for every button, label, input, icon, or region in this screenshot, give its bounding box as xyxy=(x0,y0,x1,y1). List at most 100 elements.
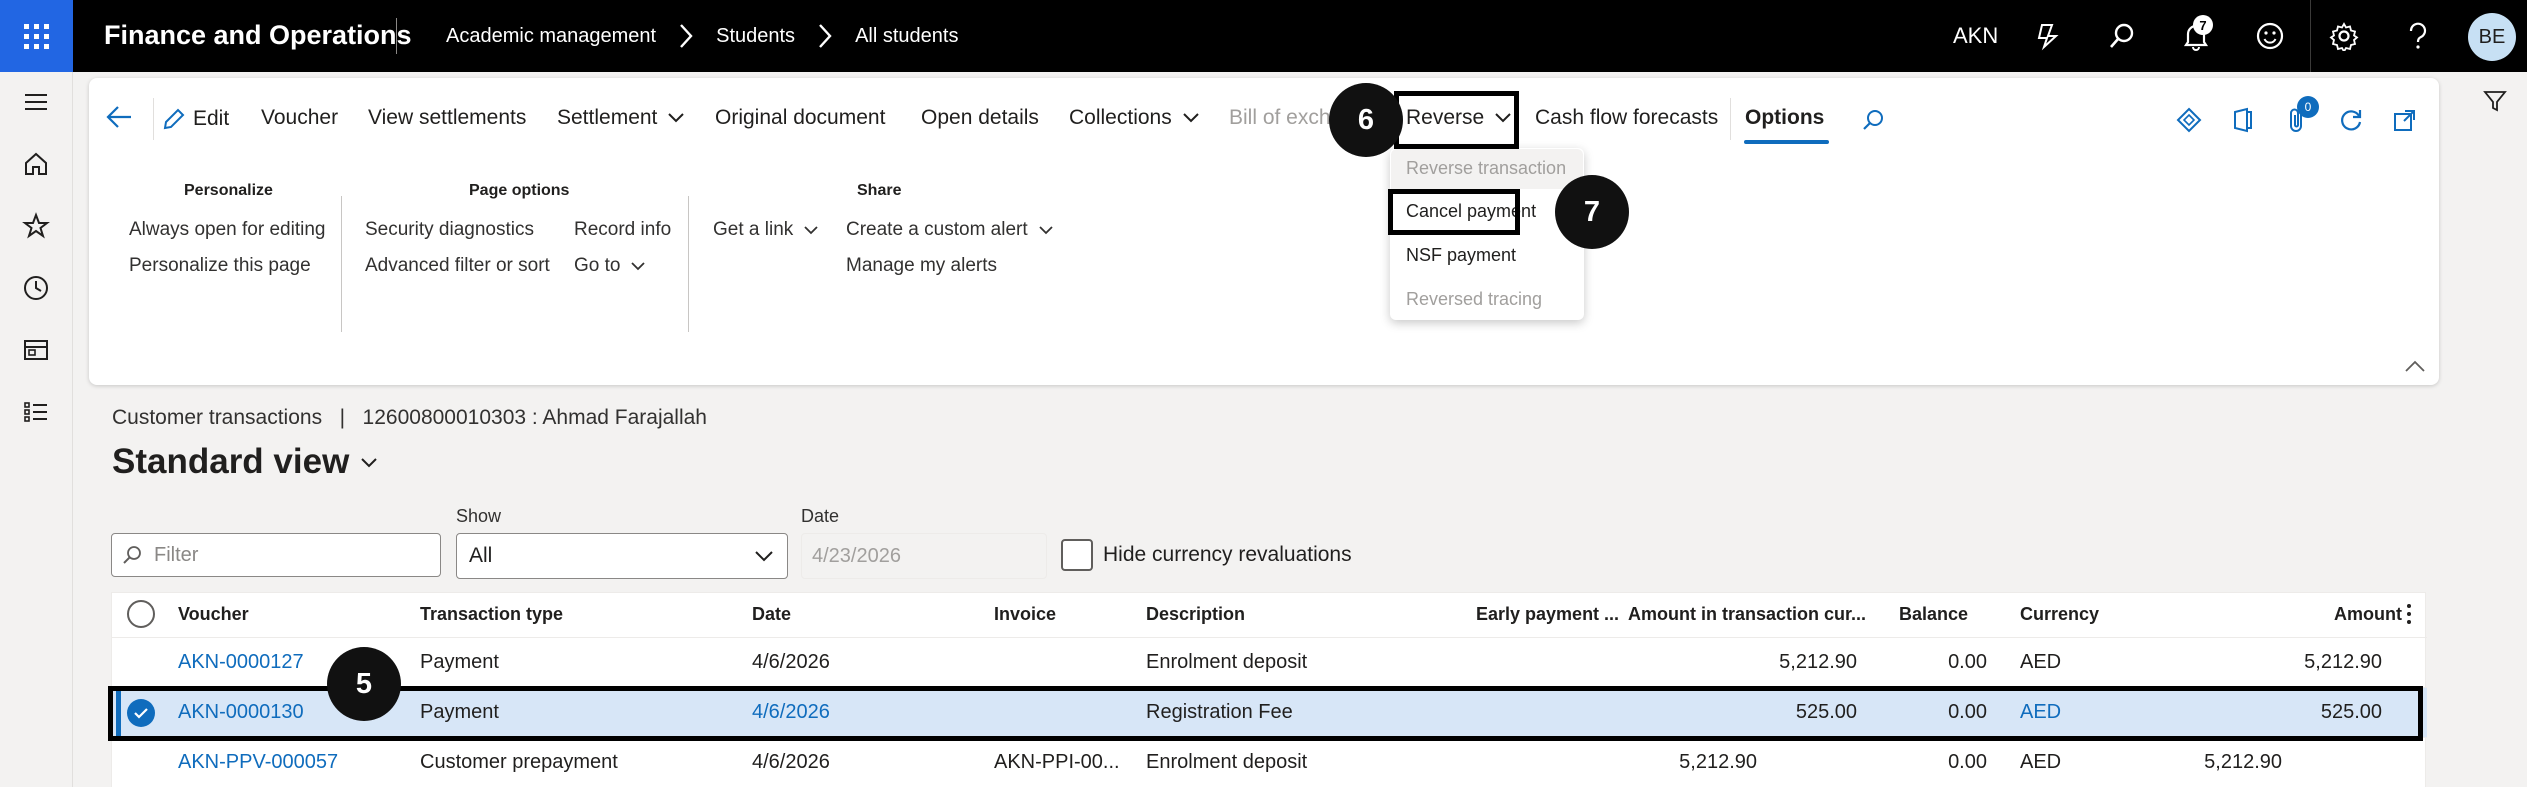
modules-list-icon[interactable] xyxy=(18,394,54,430)
transaction-type-cell: Payment xyxy=(420,651,499,673)
balance-cell: 0.00 xyxy=(1948,751,1987,773)
workspaces-icon[interactable] xyxy=(18,332,54,368)
filter-funnel-icon[interactable] xyxy=(2480,86,2510,116)
breadcrumb-item-academic-management[interactable]: Academic management xyxy=(446,25,656,48)
nsf-payment-menu-item[interactable]: NSF payment xyxy=(1406,245,1516,266)
settings-gear-icon[interactable] xyxy=(2326,18,2362,54)
always-open-for-editing-button[interactable]: Always open for editing xyxy=(129,219,325,241)
open-in-new-window-icon[interactable] xyxy=(2389,104,2421,136)
breadcrumb-item-students[interactable]: Students xyxy=(716,25,795,48)
chevron-down-icon xyxy=(803,225,819,236)
column-header-date[interactable]: Date xyxy=(752,604,791,625)
help-icon[interactable] xyxy=(2400,18,2436,54)
record-info-button[interactable]: Record info xyxy=(574,219,671,241)
table-row[interactable]: AKN-0000127 Payment 4/6/2026 Enrolment d… xyxy=(112,637,2427,687)
notifications-button[interactable]: 7 xyxy=(2178,15,2214,54)
app-name[interactable]: Finance and Operations xyxy=(104,20,412,51)
go-to-menu-button[interactable]: Go to xyxy=(574,255,646,277)
voucher-link[interactable]: AKN-0000127 xyxy=(178,651,304,674)
table-row[interactable]: AKN-PPV-000057 Customer prepayment 4/6/2… xyxy=(112,737,2427,787)
chevron-down-icon xyxy=(1038,225,1054,236)
get-a-link-menu-button[interactable]: Get a link xyxy=(713,219,819,241)
waffle-icon xyxy=(24,23,49,49)
column-header-amount-in-transaction-currency[interactable]: Amount in transaction cur... xyxy=(1628,604,1866,625)
currency-cell: AED xyxy=(2020,651,2062,673)
column-header-balance[interactable]: Balance xyxy=(1899,604,1968,625)
company-picker[interactable]: AKN xyxy=(1953,23,1998,49)
original-document-button[interactable]: Original document xyxy=(715,106,885,130)
date-field[interactable]: 4/23/2026 xyxy=(801,533,1047,579)
show-label: Show xyxy=(456,506,502,526)
hide-currency-revaluations-checkbox[interactable]: Hide currency revaluations xyxy=(1061,539,1352,571)
user-avatar[interactable]: BE xyxy=(2468,13,2516,61)
refresh-icon[interactable] xyxy=(2335,104,2367,136)
amount-transaction-currency-cell: 5,212.90 xyxy=(1679,751,1757,773)
breadcrumb: Academic management Students All student… xyxy=(446,23,958,49)
chevron-down-icon xyxy=(1182,112,1200,124)
home-icon[interactable] xyxy=(18,146,54,182)
edit-button[interactable]: Edit xyxy=(161,106,229,132)
recent-clock-icon[interactable] xyxy=(18,270,54,306)
column-header-amount[interactable]: Amount xyxy=(2334,604,2402,625)
back-button[interactable] xyxy=(105,104,133,130)
group-divider xyxy=(341,196,342,332)
attachments-button[interactable]: 0 xyxy=(2281,96,2319,136)
personalize-this-page-button[interactable]: Personalize this page xyxy=(129,255,311,277)
settlement-menu-button[interactable]: Settlement xyxy=(557,106,685,130)
column-header-currency[interactable]: Currency xyxy=(2020,604,2099,625)
chevron-down-icon xyxy=(630,261,646,272)
collections-menu-button[interactable]: Collections xyxy=(1069,106,1200,130)
office-icon[interactable] xyxy=(2227,104,2259,136)
feedback-smiley-icon[interactable] xyxy=(2252,18,2288,54)
transaction-type-cell: Customer prepayment xyxy=(420,751,618,773)
select-all-radio[interactable] xyxy=(127,600,155,628)
view-title: Standard view xyxy=(112,442,350,481)
bill-of-exchange-menu-button[interactable]: Bill of exch xyxy=(1229,106,1331,130)
cash-flow-forecasts-button[interactable]: Cash flow forecasts xyxy=(1535,106,1718,130)
filter-field[interactable] xyxy=(111,533,441,577)
checkbox-box[interactable] xyxy=(1061,539,1093,571)
amount-cell: 5,212.90 xyxy=(2304,651,2382,673)
search-icon xyxy=(123,546,141,564)
search-icon[interactable] xyxy=(1857,104,1889,136)
app-launcher-button[interactable] xyxy=(0,0,73,72)
column-options-more-icon[interactable] xyxy=(2405,602,2413,631)
copilot-icon[interactable] xyxy=(2030,18,2066,54)
view-selector[interactable]: Standard view xyxy=(112,442,379,482)
column-header-early-payment[interactable]: Early payment ... xyxy=(1476,604,1619,625)
step-badge-5: 5 xyxy=(327,647,401,721)
column-header-description[interactable]: Description xyxy=(1146,604,1245,625)
column-header-voucher[interactable]: Voucher xyxy=(178,604,249,625)
step-badge-6: 6 xyxy=(1329,83,1403,157)
action-divider xyxy=(153,98,154,140)
column-header-invoice[interactable]: Invoice xyxy=(994,604,1056,625)
voucher-button[interactable]: Voucher xyxy=(261,106,338,130)
show-value: All xyxy=(469,544,493,567)
group-title-personalize: Personalize xyxy=(184,182,273,199)
view-settlements-button[interactable]: View settlements xyxy=(368,106,526,130)
tab-options[interactable]: Options xyxy=(1745,106,1824,130)
favorites-star-icon[interactable] xyxy=(18,208,54,244)
security-diagnostics-button[interactable]: Security diagnostics xyxy=(365,219,534,241)
open-details-button[interactable]: Open details xyxy=(921,106,1039,130)
filter-input[interactable] xyxy=(154,543,424,567)
reverse-transaction-menu-item[interactable]: Reverse transaction xyxy=(1406,158,1566,179)
manage-my-alerts-button[interactable]: Manage my alerts xyxy=(846,255,997,277)
reverse-highlight-box xyxy=(1394,91,1519,149)
power-apps-diamond-icon[interactable] xyxy=(2173,104,2205,136)
voucher-link[interactable]: AKN-PPV-000057 xyxy=(178,751,338,774)
left-navigation xyxy=(0,72,73,787)
breadcrumb-item-all-students[interactable]: All students xyxy=(855,25,958,48)
show-select[interactable]: All xyxy=(456,533,788,579)
collapse-action-pane-chevron-up-icon[interactable] xyxy=(2402,358,2428,374)
create-custom-alert-menu-button[interactable]: Create a custom alert xyxy=(846,219,1054,241)
create-custom-alert-label: Create a custom alert xyxy=(846,219,1028,240)
chevron-down-icon xyxy=(667,112,685,124)
column-header-transaction-type[interactable]: Transaction type xyxy=(420,604,563,625)
hamburger-menu-icon[interactable] xyxy=(18,84,54,120)
search-icon[interactable] xyxy=(2104,18,2140,54)
advanced-filter-or-sort-button[interactable]: Advanced filter or sort xyxy=(365,255,550,277)
date-cell: 4/6/2026 xyxy=(752,751,830,773)
invoice-cell: AKN-PPI-00... xyxy=(994,751,1120,773)
reversed-tracing-menu-item[interactable]: Reversed tracing xyxy=(1406,289,1542,310)
